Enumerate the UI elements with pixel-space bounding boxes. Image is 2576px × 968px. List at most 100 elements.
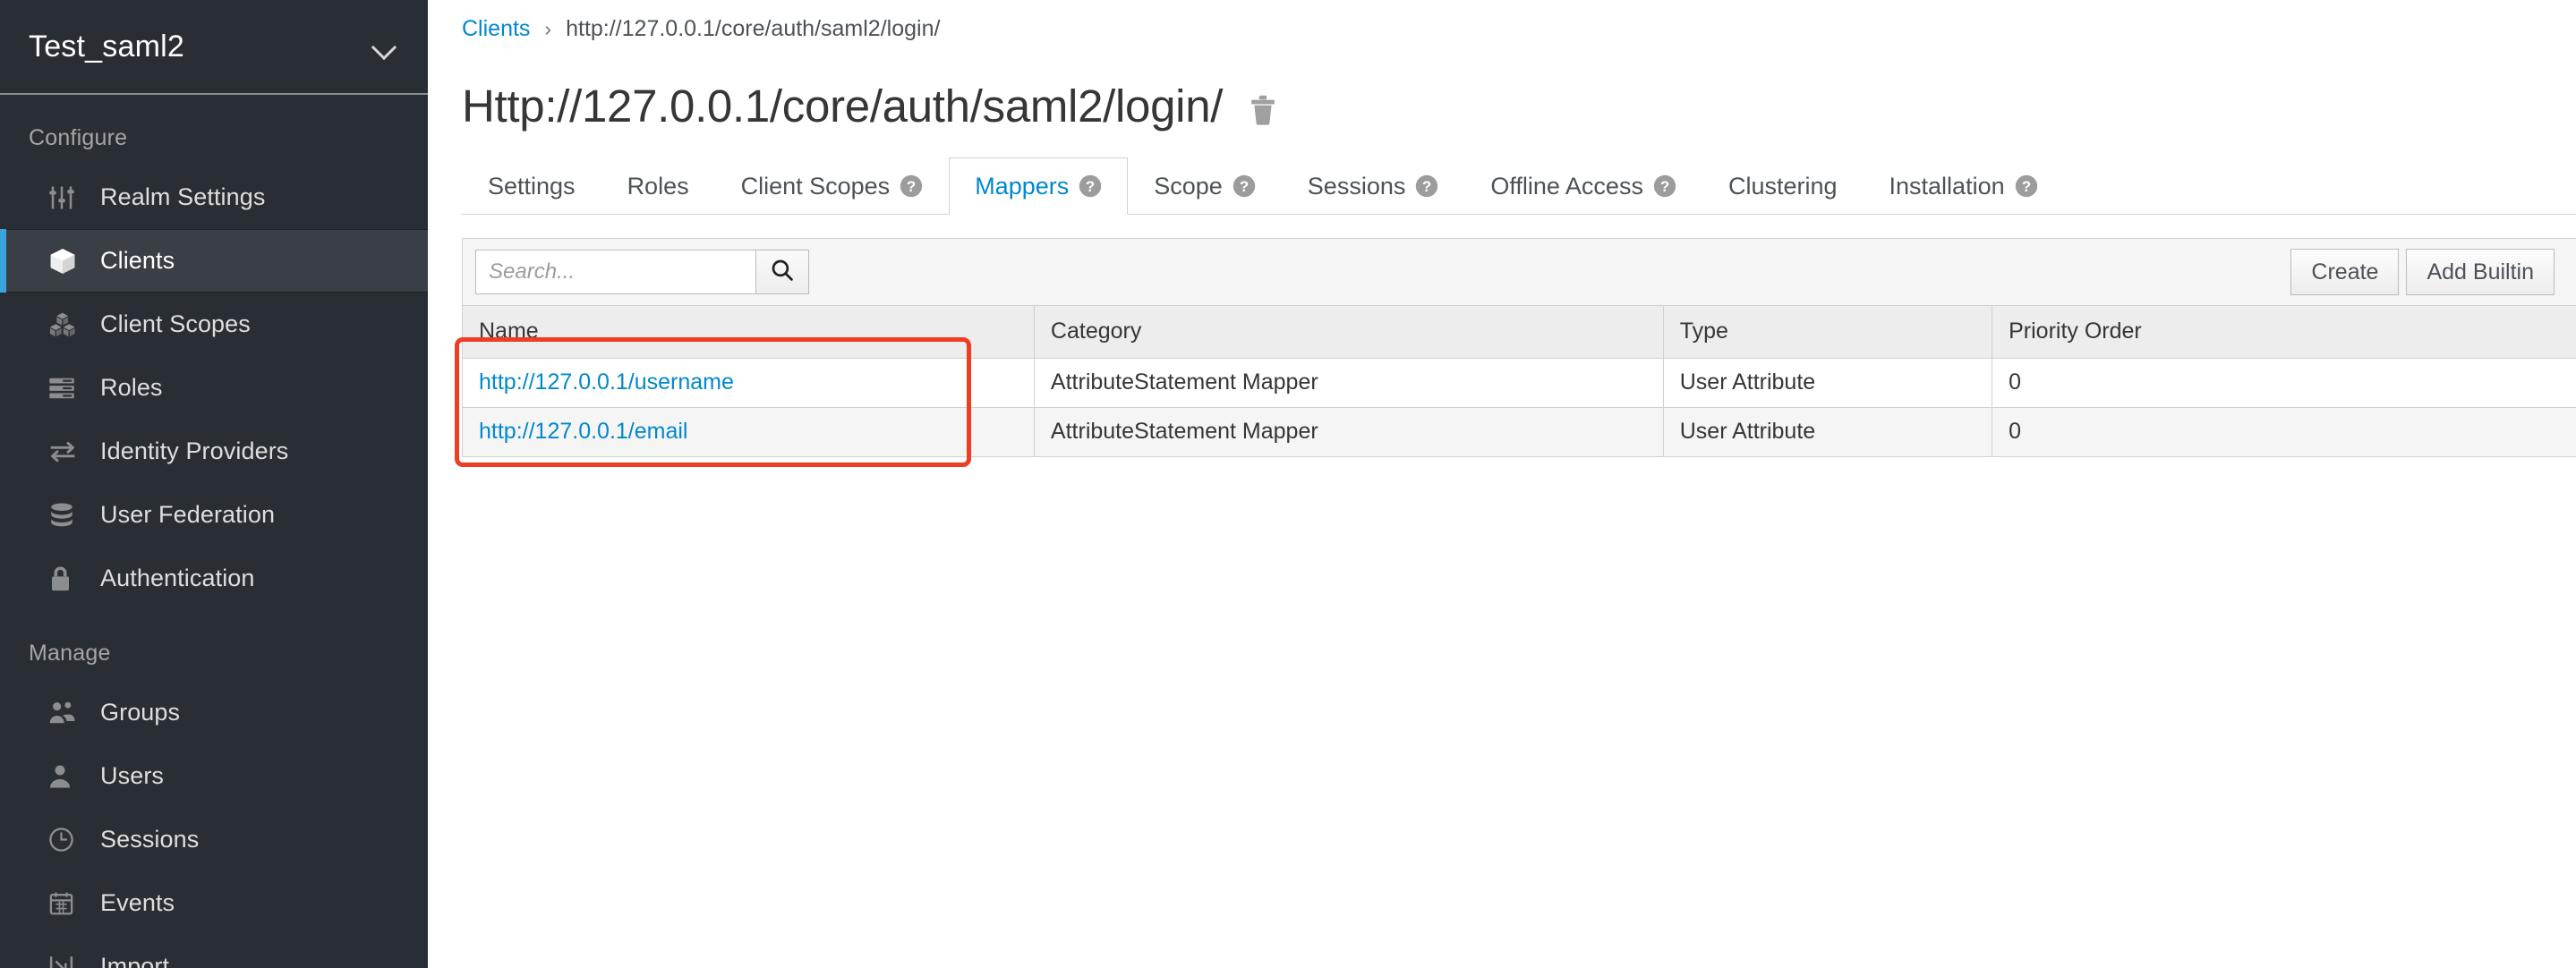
sliders-icon <box>48 184 90 211</box>
sidebar-item-label: Users <box>100 762 164 790</box>
sidebar-item-label: Sessions <box>100 826 199 853</box>
add-builtin-button[interactable]: Add Builtin <box>2406 249 2555 295</box>
svg-text:?: ? <box>1086 178 1095 195</box>
sidebar-item-label: Authentication <box>100 565 255 592</box>
cell-type: User Attribute <box>1663 407 1992 456</box>
sidebar-item-groups[interactable]: Groups <box>0 681 428 744</box>
database-icon <box>48 502 90 529</box>
cell-type: User Attribute <box>1663 358 1992 407</box>
exchange-arrows-icon <box>48 440 90 463</box>
sidebar-item-label: Realm Settings <box>100 183 265 211</box>
mapper-name-link[interactable]: http://127.0.0.1/username <box>479 369 734 395</box>
sidebar-item-import[interactable]: Import <box>0 935 428 968</box>
sidebar-item-label: Identity Providers <box>100 437 288 465</box>
tab-label: Scope <box>1154 173 1223 200</box>
cell-name: http://127.0.0.1/username <box>463 358 1035 407</box>
svg-text:?: ? <box>1240 178 1249 195</box>
tab-label: Sessions <box>1308 173 1406 200</box>
breadcrumb: Clients › http://127.0.0.1/core/auth/sam… <box>428 0 2576 42</box>
clock-icon <box>48 827 90 853</box>
sidebar-item-clients[interactable]: Clients <box>0 229 428 293</box>
breadcrumb-clients-link[interactable]: Clients <box>462 16 530 42</box>
cell-priority: 0 <box>1992 407 2576 456</box>
tab-label: Roles <box>627 173 689 200</box>
tab-clustering[interactable]: Clustering <box>1702 157 1864 214</box>
tab-offline-access[interactable]: Offline Access ? <box>1464 157 1702 214</box>
column-header-category[interactable]: Category <box>1034 306 1663 358</box>
sidebar-item-client-scopes[interactable]: Client Scopes <box>0 293 428 356</box>
help-icon[interactable]: ? <box>1233 174 1256 198</box>
calendar-icon <box>48 890 90 916</box>
help-icon[interactable]: ? <box>2015 174 2038 198</box>
cubes-icon <box>48 311 90 338</box>
main-content: Clients › http://127.0.0.1/core/auth/sam… <box>428 0 2576 968</box>
sidebar-item-sessions[interactable]: Sessions <box>0 808 428 871</box>
sidebar-item-roles[interactable]: Roles <box>0 356 428 420</box>
sidebar-item-label: User Federation <box>100 501 275 529</box>
tab-roles[interactable]: Roles <box>601 157 715 214</box>
tab-mappers[interactable]: Mappers ? <box>949 157 1128 215</box>
sidebar-item-label: Client Scopes <box>100 310 251 338</box>
table-toolbar: Create Add Builtin <box>462 238 2576 306</box>
cell-priority: 0 <box>1992 358 2576 407</box>
sidebar-item-label: Groups <box>100 699 180 726</box>
nav-section-configure-label: Configure <box>0 95 428 166</box>
chevron-down-icon <box>372 35 396 58</box>
sidebar-item-realm-settings[interactable]: Realm Settings <box>0 166 428 229</box>
sidebar-item-events[interactable]: Events <box>0 871 428 935</box>
sidebar-item-label: Import <box>100 953 169 968</box>
nav-section-manage-label: Manage <box>0 610 428 681</box>
table-head: Name Category Type Priority Order Action… <box>463 306 2576 358</box>
toolbar-buttons: Create Add Builtin <box>2290 249 2576 295</box>
users-icon <box>48 701 90 726</box>
realm-selector[interactable]: Test_saml2 <box>0 0 428 95</box>
tab-client-scopes[interactable]: Client Scopes ? <box>715 157 950 214</box>
sidebar-item-identity-providers[interactable]: Identity Providers <box>0 420 428 483</box>
lock-icon <box>48 565 90 592</box>
trash-icon[interactable] <box>1248 87 1278 126</box>
cell-category: AttributeStatement Mapper <box>1034 407 1663 456</box>
cell-name: http://127.0.0.1/email <box>463 407 1035 456</box>
tab-settings[interactable]: Settings <box>462 157 601 214</box>
cell-category: AttributeStatement Mapper <box>1034 358 1663 407</box>
search-group <box>475 250 809 294</box>
help-icon[interactable]: ? <box>1653 174 1676 198</box>
cube-icon <box>48 247 90 276</box>
search-button[interactable] <box>755 250 809 294</box>
realm-name: Test_saml2 <box>29 30 372 64</box>
table-body: http://127.0.0.1/username AttributeState… <box>463 358 2576 456</box>
create-button[interactable]: Create <box>2290 249 2399 295</box>
sidebar-item-user-federation[interactable]: User Federation <box>0 483 428 547</box>
tab-label: Clustering <box>1728 173 1838 200</box>
mapper-name-link[interactable]: http://127.0.0.1/email <box>479 419 687 444</box>
column-header-priority-order[interactable]: Priority Order <box>1992 306 2576 358</box>
tab-installation[interactable]: Installation ? <box>1864 157 2064 214</box>
sidebar-item-users[interactable]: Users <box>0 744 428 808</box>
breadcrumb-separator-icon: › <box>544 17 551 41</box>
page-title-row: Http://127.0.0.1/core/auth/saml2/login/ <box>428 42 2576 132</box>
svg-text:?: ? <box>907 178 916 195</box>
svg-text:?: ? <box>1422 178 1431 195</box>
svg-text:?: ? <box>1660 178 1669 195</box>
help-icon[interactable]: ? <box>1079 174 1102 198</box>
keycloak-admin-console: Test_saml2 Configure Realm Settings <box>0 0 2576 968</box>
sidebar: Test_saml2 Configure Realm Settings <box>0 0 428 968</box>
column-header-name[interactable]: Name <box>463 306 1035 358</box>
help-icon[interactable]: ? <box>1415 174 1438 198</box>
tab-sessions[interactable]: Sessions ? <box>1282 157 1465 214</box>
mappers-table: Name Category Type Priority Order Action… <box>462 306 2576 457</box>
tab-scope[interactable]: Scope ? <box>1128 157 1282 214</box>
tab-label: Offline Access <box>1490 173 1643 200</box>
table-row: http://127.0.0.1/email AttributeStatemen… <box>463 407 2576 456</box>
sidebar-item-label: Roles <box>100 374 163 402</box>
tab-label: Settings <box>488 173 576 200</box>
column-header-type[interactable]: Type <box>1663 306 1992 358</box>
help-icon[interactable]: ? <box>900 174 923 198</box>
search-input[interactable] <box>475 250 755 294</box>
tab-label: Mappers <box>975 173 1069 200</box>
user-icon <box>48 764 90 789</box>
breadcrumb-current: http://127.0.0.1/core/auth/saml2/login/ <box>566 16 940 42</box>
sidebar-item-authentication[interactable]: Authentication <box>0 547 428 610</box>
sidebar-item-label: Events <box>100 889 175 917</box>
table-header-row: Name Category Type Priority Order Action… <box>463 306 2576 358</box>
